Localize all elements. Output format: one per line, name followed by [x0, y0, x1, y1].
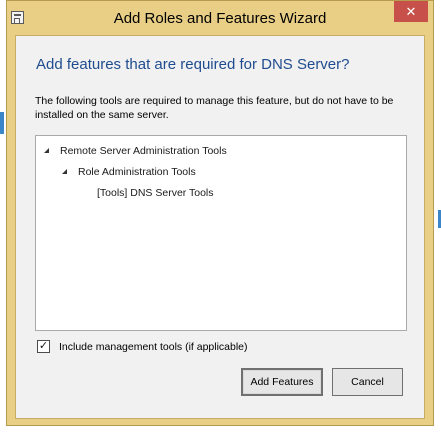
dialog-description: The following tools are required to mana…: [35, 95, 394, 121]
wizard-window: Add Roles and Features Wizard ✕ Add feat…: [6, 0, 434, 426]
close-button[interactable]: ✕: [394, 1, 428, 22]
include-management-tools-checkbox[interactable]: ✓: [37, 340, 50, 353]
tree-item-label: Role Administration Tools: [78, 166, 196, 178]
title-bar[interactable]: Add Roles and Features Wizard ✕: [7, 1, 433, 35]
background-app-accent: [0, 112, 4, 134]
cancel-button[interactable]: Cancel: [332, 368, 403, 396]
tree-item-remote-server-admin-tools[interactable]: Remote Server Administration Tools: [44, 145, 227, 157]
dialog-heading: Add features that are required for DNS S…: [36, 56, 350, 73]
window-app-icon[interactable]: [11, 11, 24, 24]
expanded-triangle-icon[interactable]: [62, 169, 67, 174]
close-icon: ✕: [405, 3, 417, 19]
window-title: Add Roles and Features Wizard: [113, 10, 327, 27]
include-management-tools-option[interactable]: ✓ Include management tools (if applicabl…: [37, 340, 248, 353]
expanded-triangle-icon[interactable]: [44, 148, 49, 153]
add-features-button[interactable]: Add Features: [241, 368, 323, 396]
tree-item-role-admin-tools[interactable]: Role Administration Tools: [62, 166, 196, 178]
background-bottom-edge: [0, 428, 441, 435]
tree-item-dns-server-tools[interactable]: [Tools] DNS Server Tools: [97, 187, 214, 199]
features-tree[interactable]: Remote Server Administration Tools Role …: [35, 135, 407, 331]
dialog-content: Add features that are required for DNS S…: [15, 35, 425, 419]
tree-item-label: [Tools] DNS Server Tools: [97, 187, 214, 199]
tree-item-label: Remote Server Administration Tools: [60, 145, 227, 157]
include-management-tools-label[interactable]: Include management tools (if applicable): [59, 341, 248, 353]
checkmark-icon: ✓: [38, 340, 49, 352]
